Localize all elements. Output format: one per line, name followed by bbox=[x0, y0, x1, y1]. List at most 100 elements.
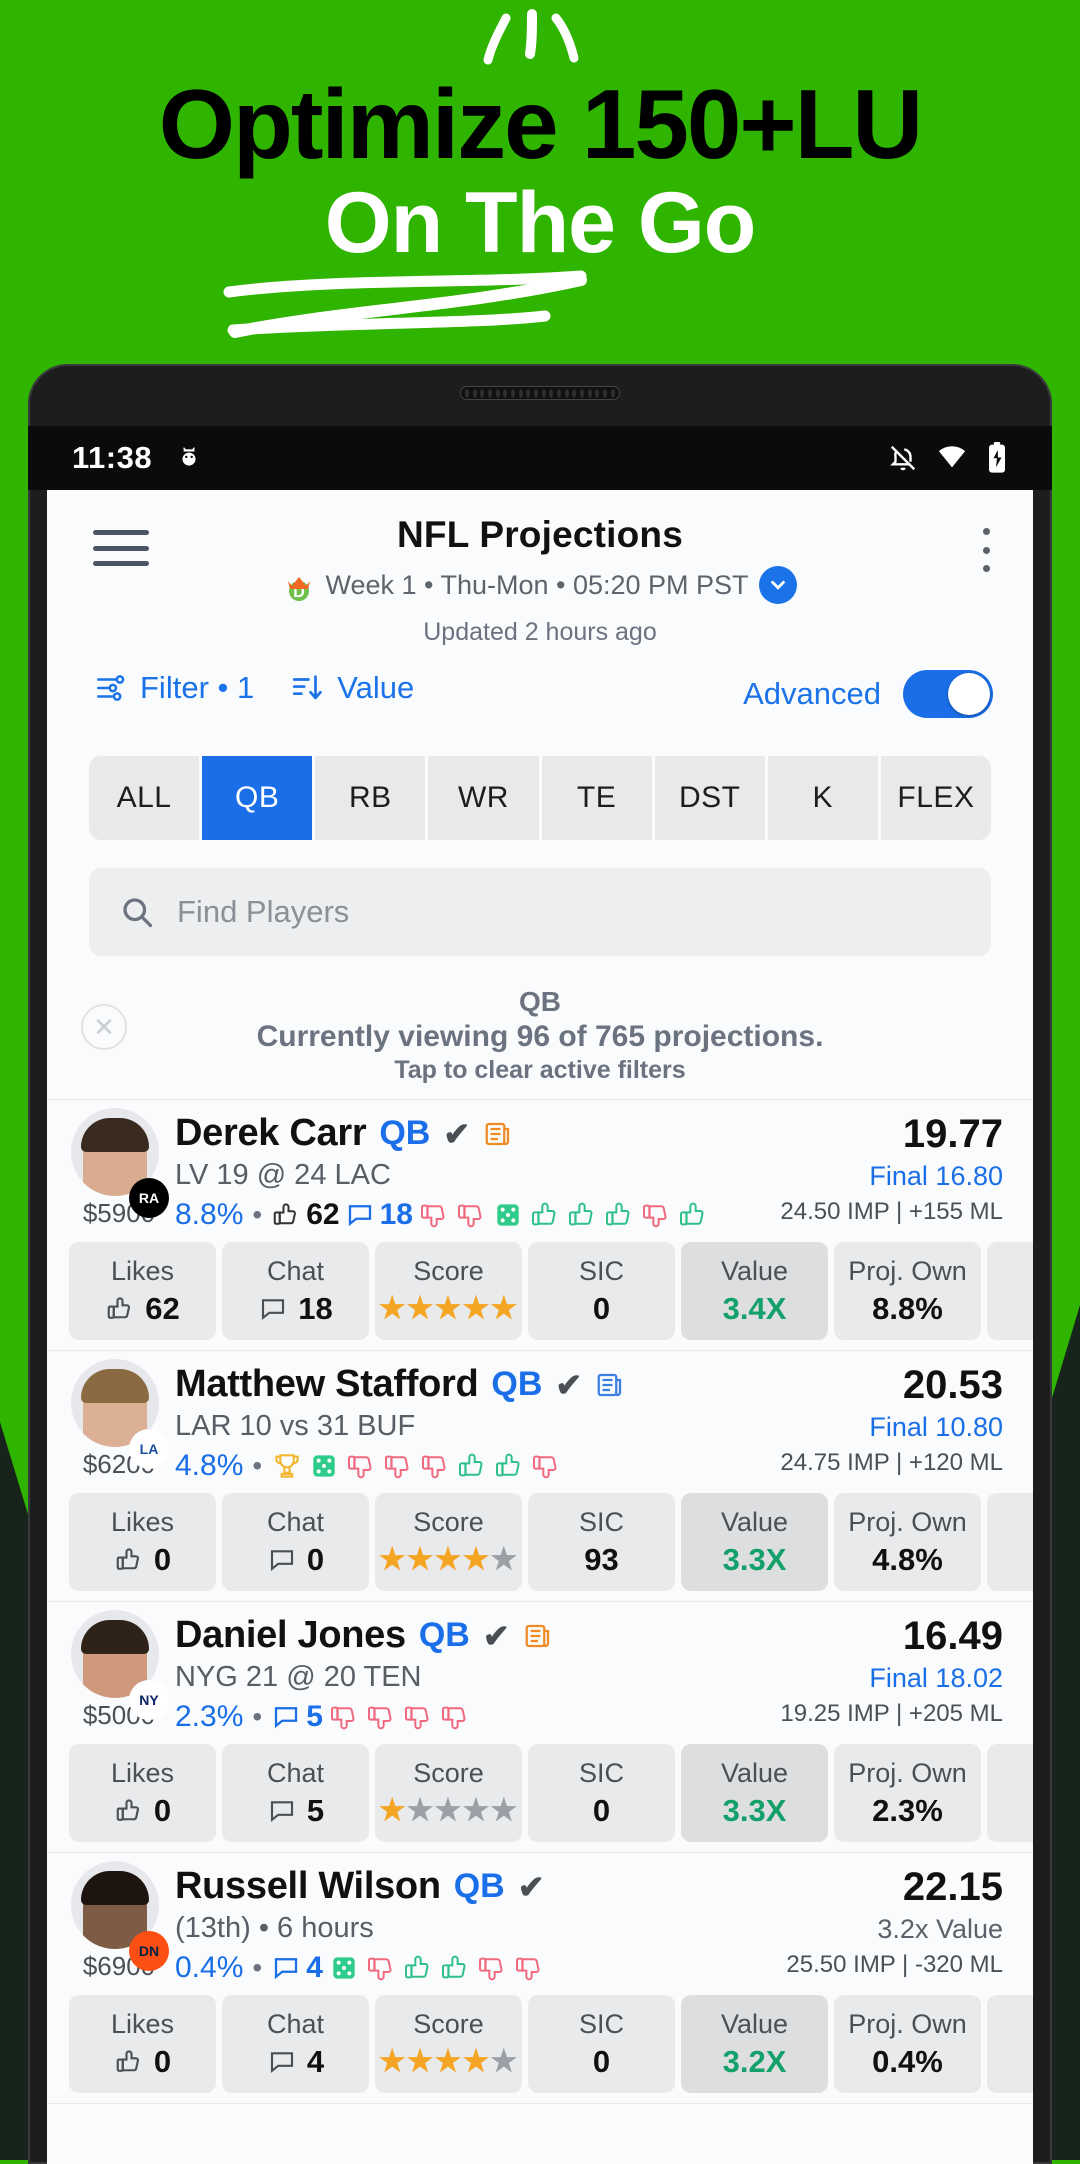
chip-cut[interactable]: C bbox=[987, 1744, 1033, 1842]
battery-charging-icon bbox=[989, 442, 1005, 473]
position-tab-flex[interactable]: FLEX bbox=[880, 756, 991, 840]
chip-sic-label: SIC bbox=[578, 1757, 624, 1788]
player-row[interactable]: NY $5000 Daniel Jones QB ✔ NYG 21 @ 20 TEN 2.3… bbox=[47, 1602, 1033, 1853]
position-tab-qb[interactable]: QB bbox=[202, 756, 313, 840]
check-icon: ✔ bbox=[443, 1115, 471, 1152]
chip-likes[interactable]: Likes 0 bbox=[69, 1995, 216, 2093]
player-stat-chips: Likes 62 Chat 18 Score ★★★★★ SIC 0 Value 3.4X Proj… bbox=[47, 1232, 1033, 1340]
chip-likes[interactable]: Likes 0 bbox=[69, 1744, 216, 1842]
position-tab-te[interactable]: TE bbox=[541, 756, 652, 840]
player-position: QB bbox=[453, 1867, 505, 1905]
chip-sic[interactable]: SIC 93 bbox=[528, 1493, 675, 1591]
position-tab-wr[interactable]: WR bbox=[428, 756, 539, 840]
app-header: NFL Projections D Week 1 • Thu-Mon • 05:… bbox=[47, 490, 1033, 646]
dice-green-icon bbox=[497, 1204, 519, 1226]
close-circle-icon[interactable]: ✕ bbox=[81, 1004, 127, 1050]
thumb-down-red-icon bbox=[457, 1204, 482, 1228]
player-projection: 22.15 bbox=[902, 1865, 1003, 1909]
chip-value[interactable]: Value 3.3X bbox=[681, 1493, 828, 1591]
chip-value[interactable]: Value 3.4X bbox=[681, 1242, 828, 1340]
chip-sic[interactable]: SIC 0 bbox=[528, 1995, 675, 2093]
wifi-icon bbox=[938, 446, 966, 468]
news-blue-icon[interactable] bbox=[595, 1369, 625, 1401]
player-stat-chips: Likes 0 Chat 5 Score ★★★★★ SIC 0 Value 3.3X Proj. … bbox=[47, 1734, 1033, 1842]
position-tab-rb[interactable]: RB bbox=[315, 756, 426, 840]
filter-button[interactable]: Filter • 1 bbox=[93, 670, 254, 706]
chip-score[interactable]: Score ★★★★★ bbox=[375, 1493, 522, 1591]
chip-cut[interactable]: C bbox=[987, 1995, 1033, 2093]
chip-score[interactable]: Score ★★★★★ bbox=[375, 1744, 522, 1842]
chat-icon bbox=[262, 1298, 285, 1320]
chip-chat-label: Chat bbox=[266, 2008, 325, 2039]
chip-sic[interactable]: SIC 0 bbox=[528, 1242, 675, 1340]
star-rating: ★★★★★ bbox=[378, 2045, 519, 2078]
star-rating: ★★★★★ bbox=[378, 1543, 519, 1576]
search-input[interactable]: Find Players bbox=[89, 868, 991, 956]
giants-logo: NY bbox=[129, 1680, 169, 1720]
chip-sic[interactable]: SIC 0 bbox=[528, 1744, 675, 1842]
chip-chat-value: 4 bbox=[267, 2044, 324, 2080]
chip-value[interactable]: Value 3.2X bbox=[681, 1995, 828, 2093]
chip-chat[interactable]: Chat 0 bbox=[222, 1493, 369, 1591]
position-tab-all[interactable]: ALL bbox=[89, 756, 200, 840]
thumb-up-green-icon bbox=[404, 1955, 429, 1979]
news-orange-icon[interactable] bbox=[523, 1620, 553, 1652]
chip-score-label: Score bbox=[413, 2009, 484, 2039]
chip-likes-value: 0 bbox=[114, 1793, 171, 1829]
chip-score[interactable]: Score ★★★★★ bbox=[375, 1995, 522, 2093]
chip-cut[interactable]: C bbox=[987, 1242, 1033, 1340]
chip-proj-own-label: Proj. Own bbox=[848, 1255, 967, 1286]
player-row[interactable]: DN $6900 Russell Wilson QB ✔ (13th) • 6 hours… bbox=[47, 1853, 1033, 2104]
check-icon: ✔ bbox=[555, 1366, 583, 1403]
thumb-down-red-icon bbox=[404, 1706, 429, 1730]
kebab-menu-icon[interactable] bbox=[981, 528, 991, 572]
position-tab-dst[interactable]: DST bbox=[654, 756, 765, 840]
search-placeholder: Find Players bbox=[177, 894, 350, 929]
search-icon bbox=[123, 898, 153, 928]
raiders-logo: RA bbox=[129, 1178, 169, 1218]
burst-icon bbox=[483, 9, 579, 65]
chip-chat[interactable]: Chat 18 bbox=[222, 1242, 369, 1340]
sort-button[interactable]: Value bbox=[290, 670, 414, 706]
chip-value[interactable]: Value 3.3X bbox=[681, 1744, 828, 1842]
chip-sic-label: SIC bbox=[578, 1255, 624, 1286]
chip-likes[interactable]: Likes 0 bbox=[69, 1493, 216, 1591]
chip-chat[interactable]: Chat 4 bbox=[222, 1995, 369, 2093]
thumb-down-red-icon bbox=[533, 1455, 557, 1479]
player-row[interactable]: RA $5900 Derek Carr QB ✔ LV 19 @ 24 LAC 8.8% • 6… bbox=[47, 1100, 1033, 1351]
player-implied-total: 25.50 IMP | -320 ML bbox=[786, 1951, 1003, 1978]
chip-score-label: Score bbox=[413, 1758, 484, 1788]
chip-likes[interactable]: Likes 62 bbox=[69, 1242, 216, 1340]
advanced-toggle[interactable] bbox=[903, 670, 993, 718]
chip-score[interactable]: Score ★★★★★ bbox=[375, 1242, 522, 1340]
updated-timestamp: Updated 2 hours ago bbox=[423, 618, 657, 646]
controls-row: Filter • 1 Value Advanced bbox=[47, 662, 1033, 740]
chip-chat[interactable]: Chat 5 bbox=[222, 1744, 369, 1842]
thumb-down-red-icon bbox=[367, 1706, 392, 1730]
chip-proj-own[interactable]: Proj. Own 0.4% bbox=[834, 1995, 981, 2093]
chip-cut[interactable]: C bbox=[987, 1493, 1033, 1591]
sliders-icon bbox=[97, 675, 125, 701]
chip-proj-own[interactable]: Proj. Own 2.3% bbox=[834, 1744, 981, 1842]
chip-score-value: ★★★★★ bbox=[379, 1542, 519, 1577]
chip-value-label: Value bbox=[720, 1506, 789, 1537]
news-orange-icon[interactable] bbox=[483, 1118, 513, 1150]
filter-status-banner[interactable]: ✕ QB Currently viewing 96 of 765 project… bbox=[47, 982, 1033, 1099]
player-stat-chips: Likes 0 Chat 0 Score ★★★★★ SIC 93 Value 3.3X Proj.… bbox=[47, 1483, 1033, 1591]
player-row[interactable]: LA $6200 Matthew Stafford QB ✔ LAR 10 vs 31 B… bbox=[47, 1351, 1033, 1602]
thumb-up-icon bbox=[116, 1547, 139, 1570]
chip-proj-own[interactable]: Proj. Own 8.8% bbox=[834, 1242, 981, 1340]
chip-proj-own[interactable]: Proj. Own 4.8% bbox=[834, 1493, 981, 1591]
chevron-down-icon[interactable] bbox=[758, 566, 797, 604]
dice-green-icon bbox=[333, 1957, 355, 1979]
thumb-down-red-icon bbox=[422, 1455, 446, 1479]
chip-proj-own-value: 4.8% bbox=[872, 1541, 943, 1577]
thumb-up-icon bbox=[116, 2049, 139, 2072]
player-position: QB bbox=[491, 1365, 543, 1403]
thumb-down-red-icon bbox=[441, 1706, 466, 1730]
phone-mockup: 11:38 NFL Projections D Week 1 • Thu-Mon… bbox=[28, 364, 1052, 2164]
slate-selector[interactable]: D Week 1 • Thu-Mon • 05:20 PM PST bbox=[47, 566, 1033, 604]
player-matchup: LV 19 @ 24 LAC bbox=[175, 1159, 391, 1191]
position-tab-k[interactable]: K bbox=[767, 756, 878, 840]
chip-likes-value: 62 bbox=[105, 1291, 180, 1327]
